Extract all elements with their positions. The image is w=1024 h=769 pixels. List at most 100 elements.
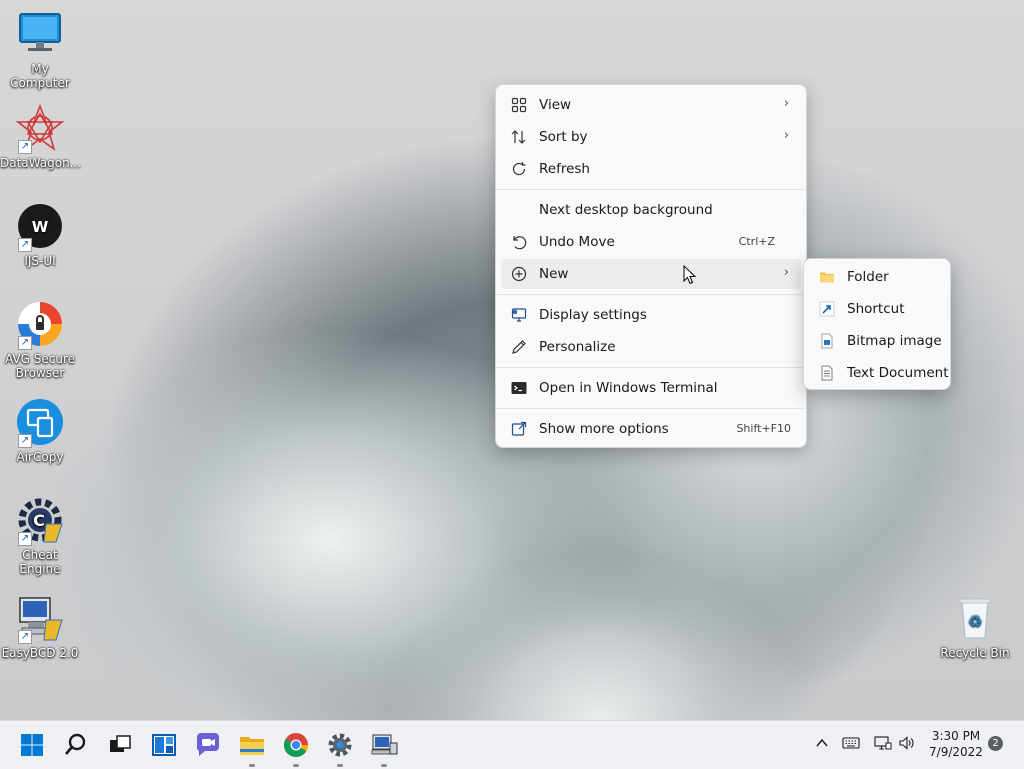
submenu-item-bitmap-image[interactable]: Bitmap image xyxy=(809,326,945,356)
menu-item-label: Sort by xyxy=(539,129,588,145)
svg-text:C: C xyxy=(33,511,45,530)
chrome-button[interactable] xyxy=(280,729,312,767)
undo-icon xyxy=(511,234,527,250)
menu-item-label: New xyxy=(539,266,569,282)
svg-text:W: W xyxy=(32,218,49,236)
text-document-icon xyxy=(819,365,835,381)
refresh-icon xyxy=(511,161,527,177)
keyboard-icon[interactable] xyxy=(842,735,860,754)
search-button[interactable] xyxy=(60,729,92,761)
display-icon xyxy=(511,307,527,323)
menu-item-open-in-windows-terminal[interactable]: Open in Windows Terminal xyxy=(501,373,801,403)
desktop-icon-label: AirCopy xyxy=(16,450,64,464)
network-computer-icon xyxy=(371,734,398,755)
desktop-icon-label: DataWagon... xyxy=(0,156,82,170)
widgets-icon xyxy=(152,734,176,756)
menu-item-show-more-options[interactable]: Show more options Shift+F10 xyxy=(501,414,801,444)
submenu-item-shortcut[interactable]: Shortcut xyxy=(809,294,945,324)
menu-item-refresh[interactable]: Refresh xyxy=(501,154,801,184)
menu-item-sort-by[interactable]: Sort by › xyxy=(501,122,801,152)
desktop-icon-ijs-ui[interactable]: W ↗ IJS-UI xyxy=(0,202,80,268)
terminal-icon xyxy=(511,380,527,396)
menu-item-label: Next desktop background xyxy=(539,202,713,218)
task-view-button[interactable] xyxy=(104,729,136,761)
desktop-icon-cheat-engine[interactable]: C ↗ Cheat Engine xyxy=(0,496,80,576)
menu-item-personalize[interactable]: Personalize xyxy=(501,332,801,362)
desktop-icon-label: AVG Secure Browser xyxy=(4,352,76,380)
menu-item-label: Undo Move xyxy=(539,234,615,250)
menu-separator xyxy=(496,189,806,190)
submenu-item-folder[interactable]: Folder xyxy=(809,262,945,292)
desktop-icon-label: My Computer xyxy=(10,62,70,90)
menu-item-shortcut: Ctrl+Z xyxy=(738,235,775,248)
menu-item-display-settings[interactable]: Display settings xyxy=(501,300,801,330)
network-tool-button[interactable] xyxy=(368,729,400,767)
shortcut-icon xyxy=(819,301,835,317)
menu-item-label: Personalize xyxy=(539,339,616,355)
running-indicator xyxy=(293,764,299,767)
shortcut-arrow-icon: ↗ xyxy=(18,238,32,252)
menu-separator xyxy=(496,294,806,295)
search-icon xyxy=(65,733,86,755)
easybcd-icon: ↗ xyxy=(16,594,64,644)
mouse-cursor-icon xyxy=(683,264,697,285)
desktop-icon-aircopy[interactable]: ↗ AirCopy xyxy=(0,398,80,464)
desktop-icon-recycle-bin[interactable]: ♻ Recycle Bin xyxy=(935,594,1015,660)
chrome-icon xyxy=(284,733,308,758)
clock[interactable]: 3:30 PM 7/9/2022 xyxy=(926,728,986,760)
network-icon[interactable] xyxy=(874,735,892,754)
settings-button[interactable] xyxy=(324,729,356,767)
chevron-right-icon: › xyxy=(783,128,789,143)
desktop-icon-avg-secure-browser[interactable]: ↗ AVG Secure Browser xyxy=(0,300,80,380)
shortcut-arrow-icon: ↗ xyxy=(18,434,32,448)
svg-text:♻: ♻ xyxy=(968,612,982,631)
desktop-icon-label: Cheat Engine xyxy=(19,548,61,576)
chevron-right-icon: › xyxy=(783,96,789,111)
bitmap-icon xyxy=(819,333,835,349)
shortcut-arrow-icon: ↗ xyxy=(18,336,32,350)
recycle-bin-icon: ♻ xyxy=(951,594,999,642)
desktop-icon-my-computer[interactable]: My Computer xyxy=(0,10,80,90)
submenu-item-text-document[interactable]: Text Document xyxy=(809,358,949,388)
desktop[interactable]: My Computer ↗ DataWagon... W ↗ IJS-UI ↗ … xyxy=(0,0,1024,720)
widgets-button[interactable] xyxy=(148,729,180,761)
menu-item-next-desktop-background[interactable]: Next desktop background xyxy=(501,195,801,225)
running-indicator xyxy=(249,764,255,767)
volume-icon[interactable] xyxy=(898,735,916,754)
show-hidden-icons-button[interactable] xyxy=(814,735,830,754)
start-button[interactable] xyxy=(16,729,48,761)
task-view-icon xyxy=(110,735,131,752)
submenu-item-label: Shortcut xyxy=(847,301,905,317)
menu-item-undo-move[interactable]: Undo Move Ctrl+Z xyxy=(501,227,801,257)
folder-icon xyxy=(819,269,835,285)
plus-circle-icon xyxy=(511,266,527,282)
star-logo-icon: ↗ xyxy=(15,103,65,154)
monitor-icon xyxy=(16,10,64,58)
running-indicator xyxy=(381,764,387,767)
file-explorer-button[interactable] xyxy=(236,729,268,767)
menu-item-label: Refresh xyxy=(539,161,590,177)
menu-item-view[interactable]: View › xyxy=(501,90,801,120)
chevron-right-icon: › xyxy=(783,265,789,280)
menu-item-new[interactable]: New › xyxy=(501,259,801,289)
cheat-engine-icon: C ↗ xyxy=(16,496,64,546)
aircopy-icon: ↗ xyxy=(16,398,64,448)
menu-item-label: Show more options xyxy=(539,421,669,437)
folder-icon xyxy=(240,737,264,755)
menu-item-label: View xyxy=(539,97,572,113)
running-indicator xyxy=(337,764,343,767)
desktop-icon-label: EasyBCD 2.0 xyxy=(1,646,79,660)
avg-browser-icon: ↗ xyxy=(16,300,64,350)
desktop-icon-datawagon[interactable]: ↗ DataWagon... xyxy=(0,103,82,170)
clock-time: 3:30 PM xyxy=(931,729,981,743)
chat-button[interactable] xyxy=(192,729,224,761)
notification-badge[interactable]: 2 xyxy=(988,736,1003,751)
ijs-logo-icon: W ↗ xyxy=(16,202,64,252)
pen-icon xyxy=(511,339,527,355)
desktop-icon-easybcd[interactable]: ↗ EasyBCD 2.0 xyxy=(0,594,80,660)
menu-item-shortcut: Shift+F10 xyxy=(736,422,791,435)
clock-date: 7/9/2022 xyxy=(929,745,983,759)
desktop-context-menu: View › Sort by › Refresh Next desktop ba… xyxy=(495,84,807,448)
desktop-icon-label: IJS-UI xyxy=(24,254,56,268)
shortcut-arrow-icon: ↗ xyxy=(18,630,32,644)
